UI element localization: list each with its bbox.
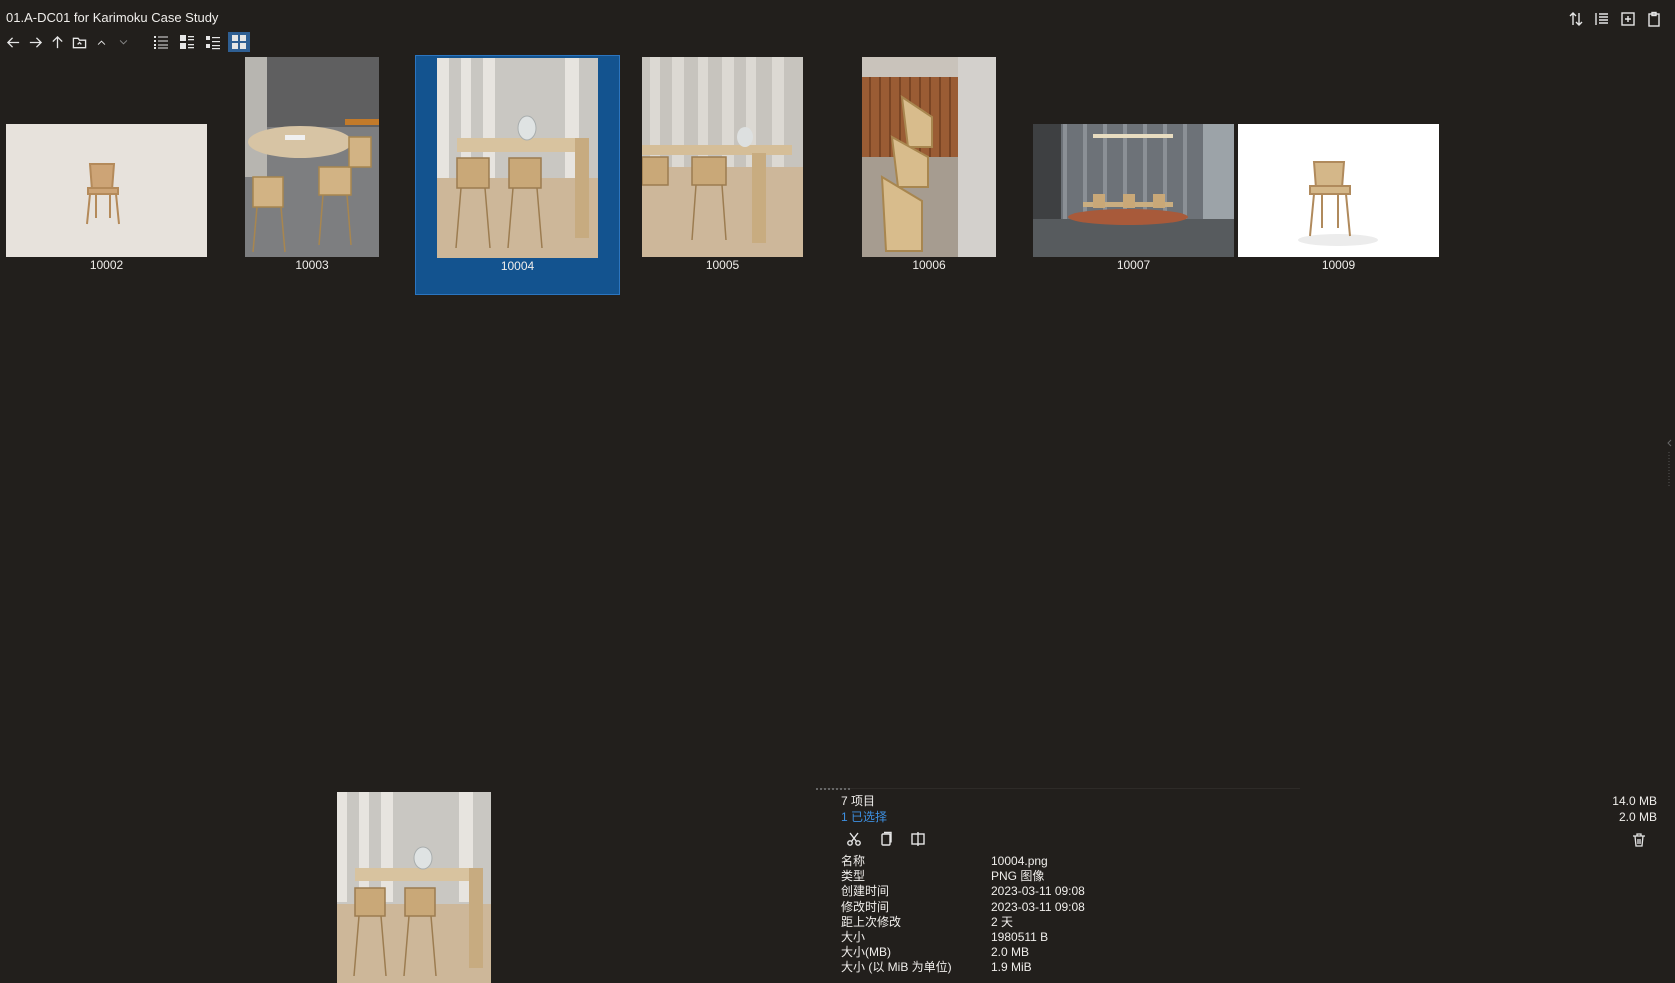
up-icon[interactable]	[48, 33, 66, 51]
property-label: 距上次修改	[841, 914, 902, 929]
selected-size: 2.0 MB	[1618, 810, 1657, 824]
preview-image	[337, 792, 491, 983]
file-actions	[845, 830, 1481, 848]
property-label: 修改时间	[841, 899, 890, 914]
property-label: 大小(MB)	[841, 945, 891, 960]
thumbnail-image	[1238, 124, 1439, 257]
chevron-down-icon[interactable]	[114, 33, 132, 51]
thumbnails-view-icon[interactable]	[228, 32, 250, 52]
back-icon[interactable]	[4, 33, 22, 51]
right-toolbar	[1567, 10, 1663, 28]
file-tile[interactable]: 10007	[1033, 55, 1234, 295]
property-value: 2 天	[991, 914, 1014, 929]
columns-icon[interactable]	[1593, 10, 1611, 28]
cut-icon[interactable]	[845, 830, 863, 848]
property-value: 1980511 B	[991, 930, 1049, 945]
thumbnail-image	[642, 57, 803, 257]
property-label: 创建时间	[841, 884, 890, 899]
file-name: 10002	[89, 258, 124, 272]
property-value: 2023-03-11 09:08	[991, 899, 1085, 914]
chevron-up-icon[interactable]	[92, 33, 110, 51]
file-tile[interactable]: 10005	[642, 55, 803, 295]
property-label: 大小	[841, 930, 866, 945]
thumbnail-image	[6, 124, 207, 257]
details-panel: 7 项目 1 已选择 名称 10004.png 类型 PNG 图像 创建时间 2023…	[841, 792, 1481, 976]
thumbnail-grid: 10002 10003 10004 10005 10006 10007 1000…	[0, 55, 1450, 295]
file-tile[interactable]: 10003	[245, 55, 379, 295]
file-name: 10009	[1321, 258, 1356, 272]
sort-icon[interactable]	[1567, 10, 1585, 28]
details-view-icon[interactable]	[150, 32, 172, 52]
pane-divider	[820, 788, 1300, 789]
property-label: 类型	[841, 869, 866, 884]
clipboard-icon[interactable]	[1645, 10, 1663, 28]
compare-icon[interactable]	[909, 830, 927, 848]
file-name: 10003	[295, 258, 329, 272]
navigation-toolbar	[4, 32, 250, 52]
file-tile-selected[interactable]: 10004	[415, 55, 620, 295]
forward-icon[interactable]	[26, 33, 44, 51]
property-label: 大小 (以 MiB 为单位)	[841, 960, 952, 975]
properties-list: 名称 10004.png 类型 PNG 图像 创建时间 2023-03-11 09:0…	[841, 854, 1481, 976]
folder-icon[interactable]	[70, 33, 88, 51]
property-label: 名称	[841, 854, 866, 868]
copy-icon[interactable]	[877, 830, 895, 848]
file-name: 10007	[1116, 258, 1151, 272]
property-value: 2.0 MB	[991, 945, 1030, 960]
file-name: 10005	[705, 258, 740, 272]
property-value: 1.9 MiB	[991, 960, 1032, 975]
thumbnail-image	[245, 57, 379, 257]
file-tile[interactable]: 10006	[862, 55, 996, 295]
total-size: 14.0 MB	[1612, 794, 1657, 808]
property-value: PNG 图像	[991, 869, 1045, 884]
tiles-view-icon[interactable]	[202, 32, 224, 52]
file-tile[interactable]: 10002	[6, 55, 207, 295]
file-name: 10004	[500, 259, 535, 273]
selected-count[interactable]: 1 已选择	[841, 808, 1481, 824]
trash-icon[interactable]	[1631, 832, 1647, 853]
thumbnail-image	[862, 57, 996, 257]
thumbnail-image	[437, 58, 598, 258]
window-title: 01.A-DC01 for Karimoku Case Study	[6, 10, 219, 25]
property-value: 2023-03-11 09:08	[991, 884, 1085, 899]
thumbnail-image	[1033, 124, 1234, 257]
side-panel-handle[interactable]	[1666, 438, 1672, 488]
file-name: 10006	[912, 258, 946, 272]
new-pane-icon[interactable]	[1619, 10, 1637, 28]
file-tile[interactable]: 10009	[1238, 55, 1439, 295]
list-view-icon[interactable]	[176, 32, 198, 52]
property-value: 10004.png	[991, 854, 1048, 868]
item-count: 7 项目	[841, 794, 876, 808]
size-summary: 14.0 MB 2.0 MB	[1612, 793, 1657, 825]
